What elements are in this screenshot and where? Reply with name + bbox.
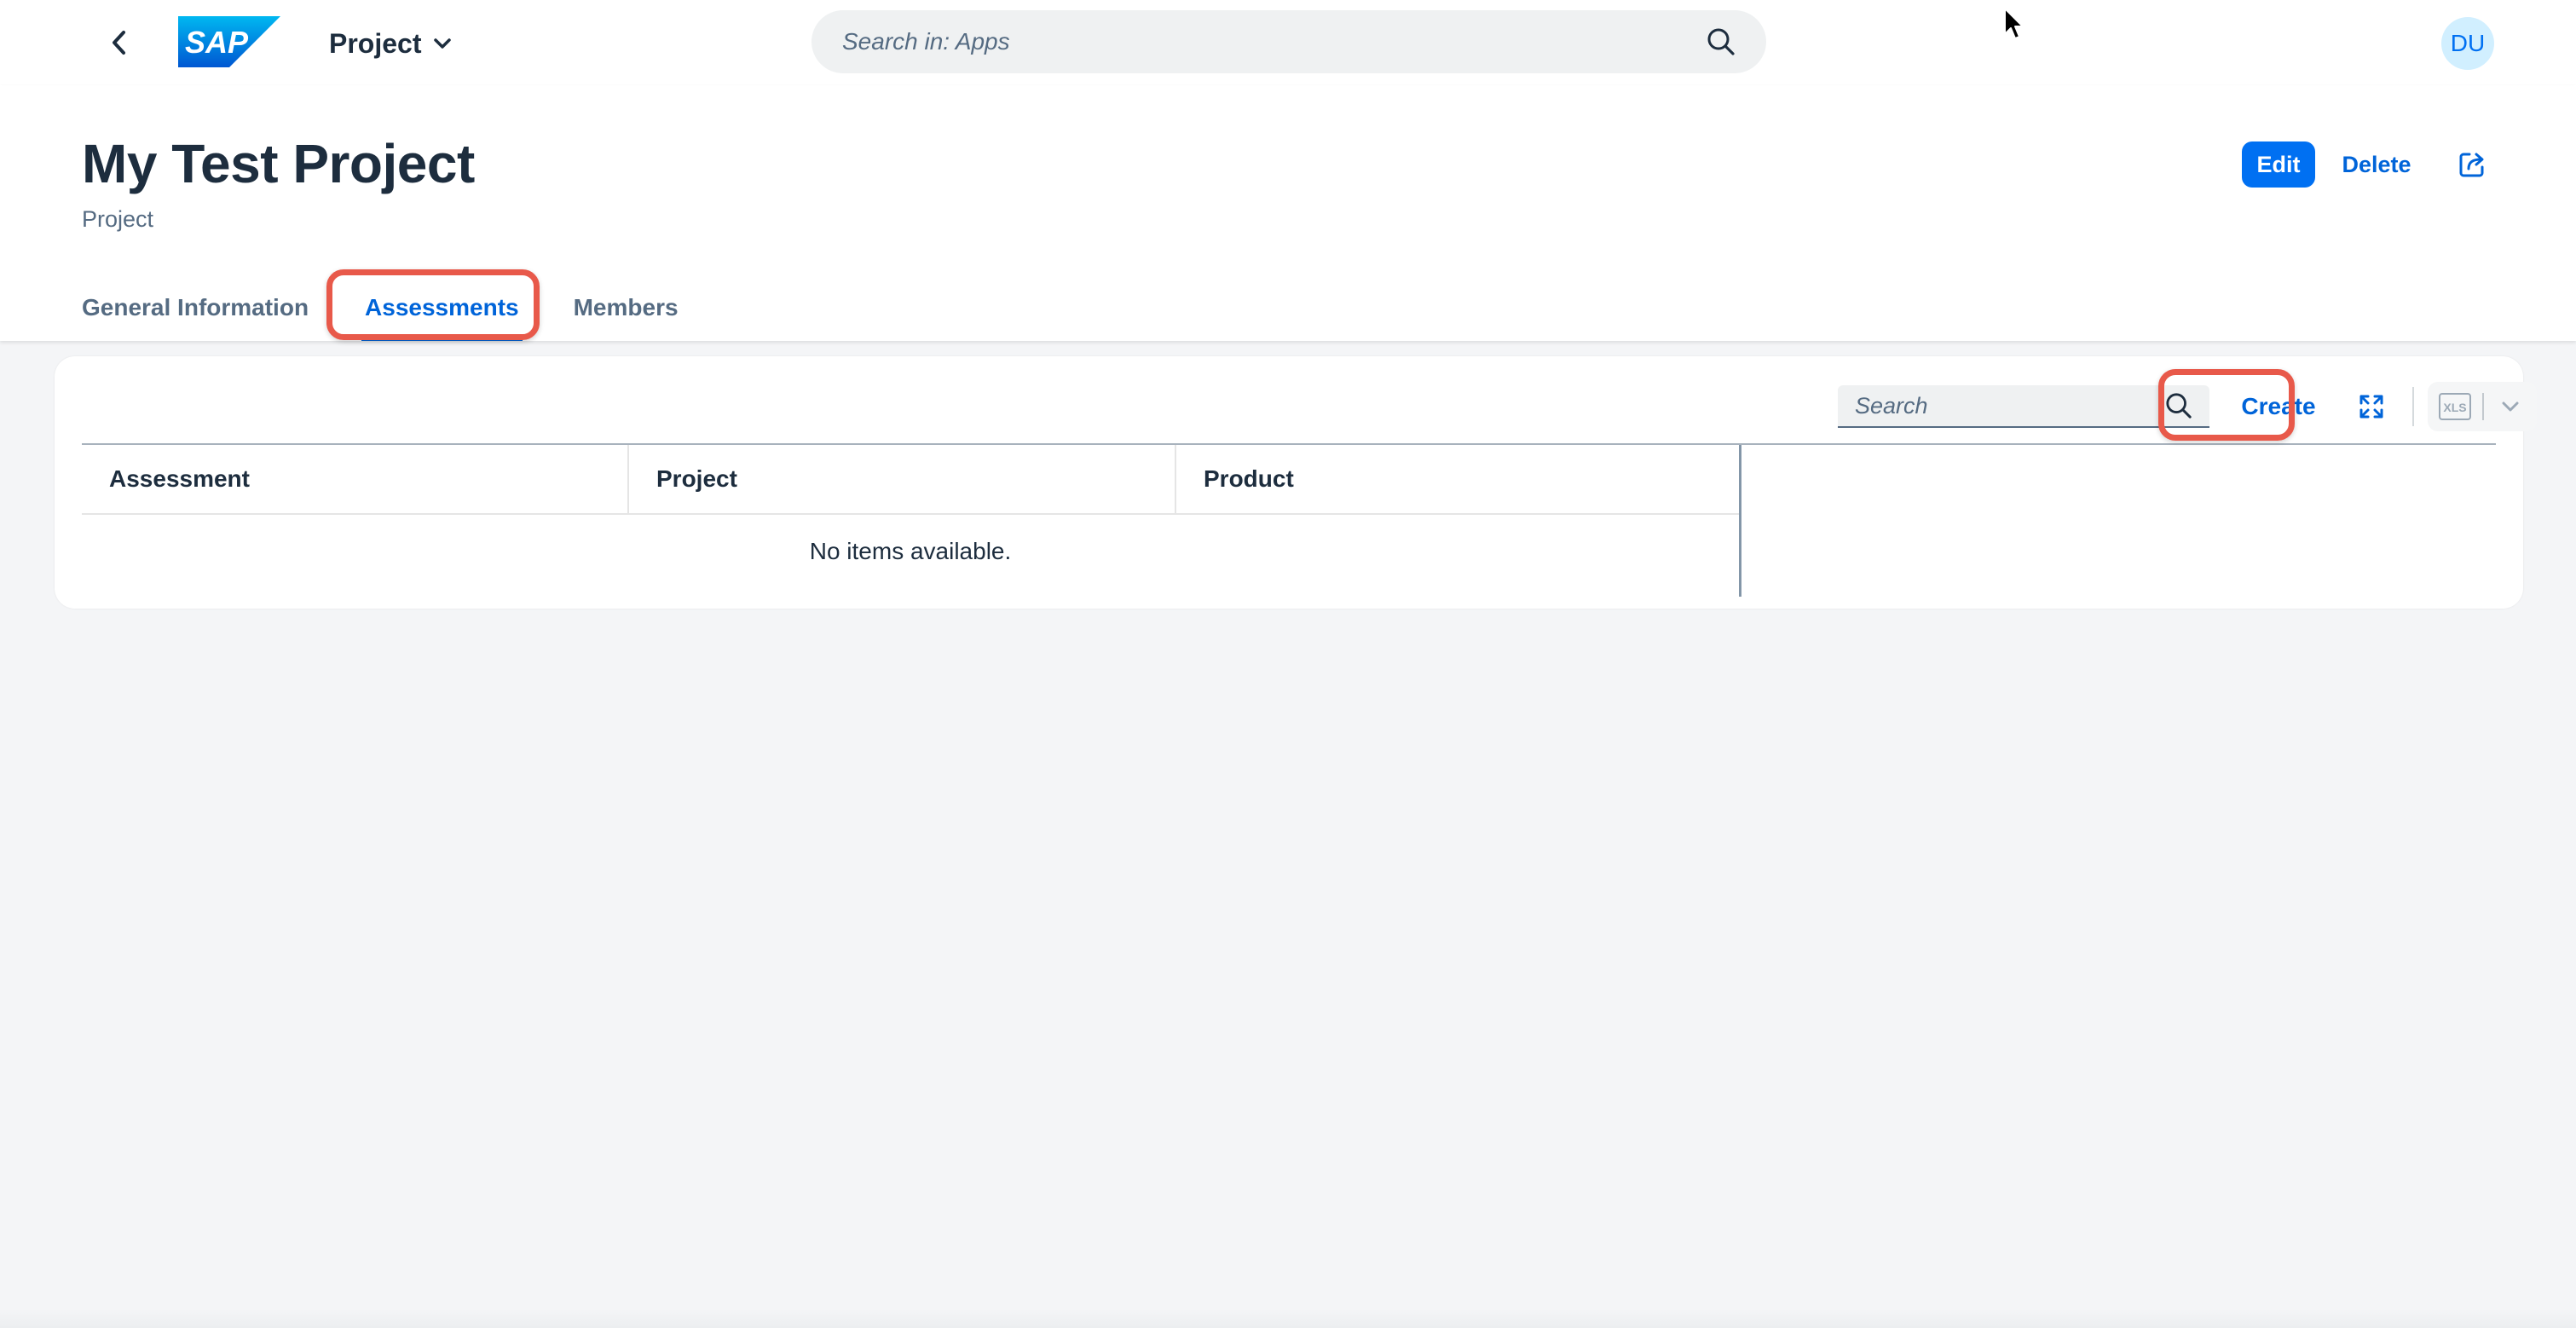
excel-export-icon: XLS — [2439, 393, 2471, 420]
tab-general-information[interactable]: General Information — [82, 274, 309, 341]
share-button[interactable] — [2448, 141, 2496, 188]
export-options-button[interactable] — [2484, 382, 2537, 431]
app-title-menu[interactable]: Project — [329, 26, 452, 61]
column-header-project[interactable]: Project — [629, 445, 1176, 513]
toolbar-separator — [2412, 387, 2414, 426]
app-title: Project — [329, 27, 422, 59]
avatar-initials: DU — [2450, 30, 2486, 56]
shell-bar: SAP Project DU — [0, 0, 2576, 85]
tab-members[interactable]: Members — [574, 274, 679, 341]
page-subtitle: Project — [82, 206, 154, 232]
tab-assessments[interactable]: Assessments — [361, 274, 523, 341]
export-button[interactable]: XLS — [2428, 382, 2482, 431]
share-icon — [2459, 153, 2484, 177]
chevron-down-icon — [2502, 401, 2519, 412]
search-icon[interactable] — [2165, 392, 2192, 419]
assessments-table: Assessment Project Product No items avai… — [82, 443, 2496, 597]
object-page-header: My Test Project Project Edit Delete Gene… — [0, 85, 2576, 341]
no-data-message: No items available. — [809, 538, 1012, 564]
page-bottom-edge — [0, 1309, 2576, 1328]
page-title: My Test Project — [82, 133, 475, 194]
user-avatar[interactable]: DU — [2441, 17, 2494, 70]
assessments-card: Create XLS Assessment Project Product — [55, 356, 2537, 609]
fullscreen-icon — [2359, 395, 2383, 419]
mouse-pointer-icon — [2004, 8, 2024, 39]
export-menu-button[interactable]: XLS — [2428, 382, 2537, 431]
table-header-row: Assessment Project Product — [82, 445, 1739, 515]
table-search — [1838, 385, 2209, 428]
export-icon-label: XLS — [2443, 401, 2466, 414]
table-search-input[interactable] — [1855, 392, 2165, 419]
delete-button[interactable]: Delete — [2332, 141, 2421, 188]
create-button[interactable]: Create — [2227, 384, 2331, 430]
sap-logo: SAP — [178, 16, 280, 67]
tab-bar: General Information Assessments Members — [82, 274, 679, 341]
shell-search-input[interactable] — [842, 28, 1707, 55]
search-icon[interactable] — [1707, 27, 1736, 56]
chevron-left-icon — [113, 31, 125, 55]
sap-logo-text: SAP — [185, 25, 249, 60]
table-column-divider — [1739, 445, 1741, 597]
edit-button[interactable]: Edit — [2242, 141, 2315, 188]
chevron-down-icon — [434, 38, 452, 49]
back-button[interactable] — [95, 22, 143, 63]
shell-search — [811, 10, 1766, 73]
fullscreen-button[interactable] — [2348, 384, 2395, 430]
column-header-product[interactable]: Product — [1176, 445, 1739, 513]
column-header-assessment[interactable]: Assessment — [82, 445, 629, 513]
